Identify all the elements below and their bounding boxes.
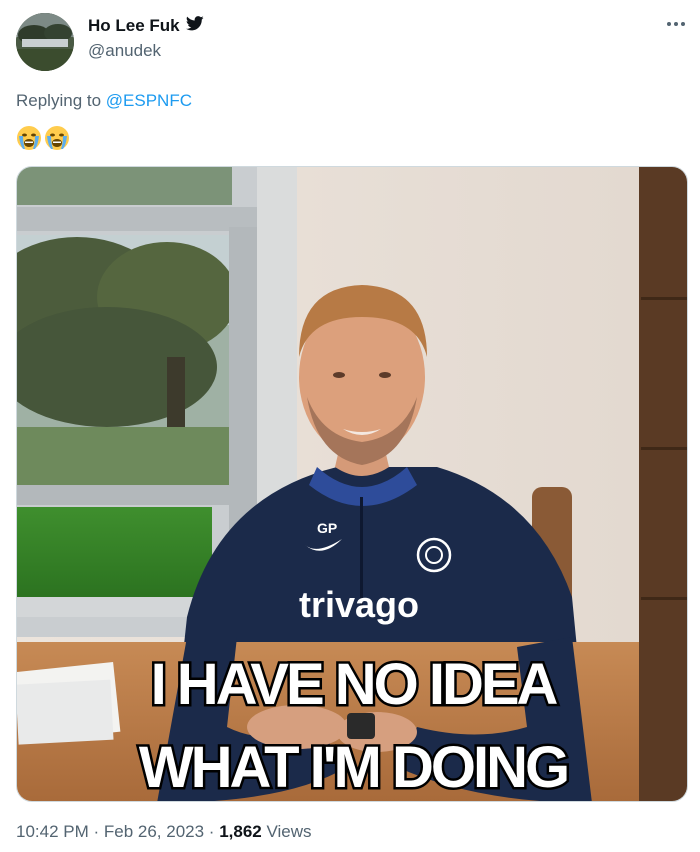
meme-image: GP trivago I HAVE NO IDEA WHAT I'M DOING xyxy=(17,167,687,801)
avatar-image xyxy=(16,13,74,71)
display-name[interactable]: Ho Lee Fuk xyxy=(88,16,180,36)
tweet-text xyxy=(16,125,70,156)
more-horizontal-icon xyxy=(667,22,685,26)
meta-separator: · xyxy=(88,822,104,841)
meta-separator: · xyxy=(204,822,220,841)
avatar[interactable] xyxy=(16,13,74,71)
tweet-time[interactable]: 10:42 PM xyxy=(16,822,89,841)
tweet-date[interactable]: Feb 26, 2023 xyxy=(104,822,204,841)
tweet: Ho Lee Fuk @anudek Replying to @ESPNFC G… xyxy=(0,0,700,852)
shirt-sponsor: trivago xyxy=(299,584,419,625)
views-label: Views xyxy=(261,822,312,841)
loudly-crying-face-icon xyxy=(16,125,42,156)
meme-caption-line-1: I HAVE NO IDEA xyxy=(151,652,558,717)
more-options-button[interactable] xyxy=(666,18,686,28)
twitter-bird-icon xyxy=(185,16,204,36)
reply-context: Replying to @ESPNFC xyxy=(16,91,192,111)
loudly-crying-face-icon xyxy=(44,125,70,156)
tweet-media-image[interactable]: GP trivago I HAVE NO IDEA WHAT I'M DOING xyxy=(16,166,688,802)
author-handle[interactable]: @anudek xyxy=(88,41,161,61)
reply-target-link[interactable]: @ESPNFC xyxy=(106,91,192,110)
author-name-row[interactable]: Ho Lee Fuk xyxy=(88,16,204,36)
views-count[interactable]: 1,862 xyxy=(219,822,262,841)
shirt-initials: GP xyxy=(317,520,337,536)
tweet-metadata: 10:42 PM · Feb 26, 2023 · 1,862 Views xyxy=(16,822,312,842)
meme-caption-line-2: WHAT I'M DOING xyxy=(139,735,567,800)
reply-prefix: Replying to xyxy=(16,91,106,110)
